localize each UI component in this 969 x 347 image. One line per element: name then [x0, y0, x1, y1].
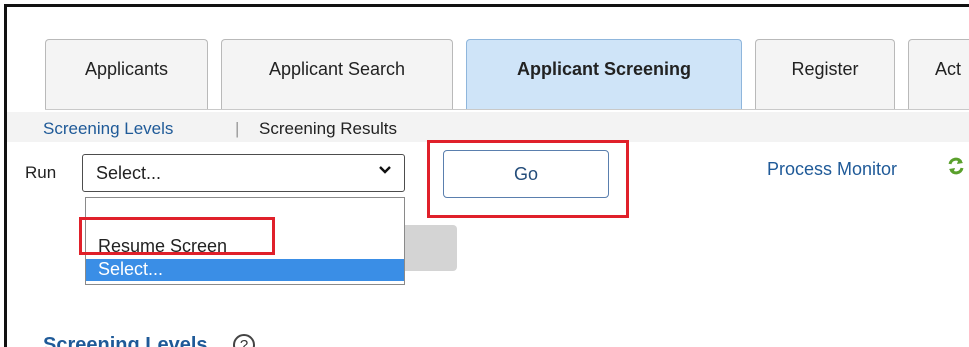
tab-applicant-search[interactable]: Applicant Search	[221, 39, 453, 109]
tab-label: Act	[935, 59, 962, 79]
process-monitor-link[interactable]: Process Monitor	[767, 159, 897, 180]
run-label: Run	[25, 163, 57, 182]
run-select[interactable]: Select...	[82, 154, 405, 192]
run-dropdown-list: Resume Screen Select...	[85, 197, 405, 285]
tab-act[interactable]: Act	[908, 39, 969, 109]
tab-register[interactable]: Register	[755, 39, 895, 109]
section-title: Screening Levels	[43, 334, 208, 347]
tab-label: Applicant Screening	[516, 59, 692, 79]
tab-divider	[45, 109, 969, 110]
tab-label: Applicants	[84, 59, 169, 79]
tab-label: Register	[791, 59, 859, 79]
dropdown-option-resume-screen[interactable]: Resume Screen	[86, 236, 404, 258]
tab-applicant-screening[interactable]: Applicant Screening	[466, 39, 742, 109]
tab-applicants[interactable]: Applicants	[45, 39, 208, 109]
go-button-label: Go	[513, 163, 538, 184]
app-frame: Applicants Applicant Search Applicant Sc…	[4, 4, 969, 347]
subnav-bar: Screening Levels | Screening Results	[7, 112, 969, 142]
chevron-down-icon	[378, 162, 392, 182]
dropdown-option-blank[interactable]	[86, 206, 404, 228]
tab-strip: Applicants Applicant Search Applicant Sc…	[7, 7, 969, 112]
tab-label: Applicant Search	[268, 59, 406, 79]
run-select-value: Select...	[96, 163, 162, 183]
screening-results-link[interactable]: Screening Results	[259, 119, 397, 139]
go-button[interactable]: Go	[443, 150, 609, 198]
dropdown-option-select[interactable]: Select...	[86, 259, 404, 281]
subnav-separator: |	[235, 119, 240, 138]
refresh-icon[interactable]	[945, 155, 967, 177]
help-icon[interactable]: ?	[233, 334, 255, 347]
help-icon-glyph: ?	[239, 336, 249, 347]
screening-levels-link[interactable]: Screening Levels	[43, 119, 173, 139]
